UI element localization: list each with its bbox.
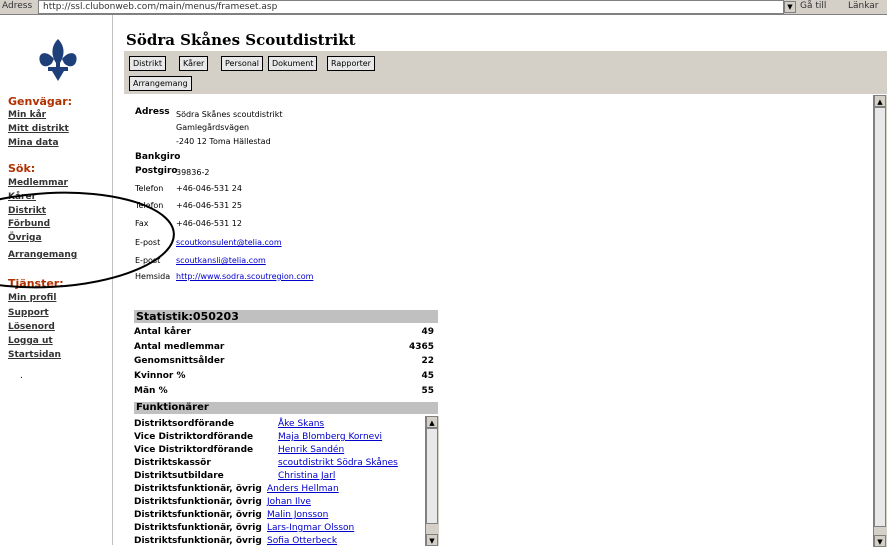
scout-fleur-de-lis-icon[interactable] [36,37,80,83]
nav-link-support[interactable]: Support [8,308,49,318]
nav-link-startsidan[interactable]: Startsidan [8,350,61,360]
arrow-down-icon[interactable]: ▼ [426,534,438,546]
official-row: Vice Distriktordförande Maja Blomberg Kor… [134,432,383,442]
address-label: Adress [135,107,170,117]
bankgiro-label: Bankgiro [135,152,181,162]
tab-panel: Distrikt Kårer Personal Dokument Rapport… [124,51,887,94]
stat-row: Kvinnor % 45 [134,371,434,381]
phone-label-1: Telefon [135,184,164,193]
site-title: Södra Skånes Scoutdistrikt [126,31,356,49]
tab-distrikt[interactable]: Distrikt [129,56,166,71]
nav-link-logga-ut[interactable]: Logga ut [8,336,53,346]
scrollbar-thumb[interactable] [874,107,886,527]
postgiro-label: Postgiro [135,166,178,176]
phone-value-2: +46-046-531 25 [176,201,242,210]
address-line-3: -240 12 Toma Hällestad [176,137,271,146]
nav-link-losenord[interactable]: Lösenord [8,322,55,332]
nav-link-medlemmar[interactable]: Medlemmar [8,178,68,188]
nav-link-mina-data[interactable]: Mina data [8,138,59,148]
official-row: Distriktsfunktionär, övrig Johan Ilve [134,497,311,507]
go-button[interactable]: Gå till [800,0,826,12]
tab-arrangemang[interactable]: Arrangemang [129,76,192,91]
url-input[interactable]: http://ssl.clubonweb.com/main/menus/fram… [38,0,784,14]
arrow-down-icon[interactable]: ▼ [874,535,886,547]
arrow-up-icon[interactable]: ▲ [426,416,438,428]
email-label-1: E-post [135,238,161,247]
url-dropdown-icon[interactable]: ▼ [784,1,796,13]
official-row: Distriktskassör scoutdistrikt Södra Skåne… [134,458,398,468]
tab-personal[interactable]: Personal [221,56,264,71]
phone-value-1: +46-046-531 24 [176,184,242,193]
email-link-konsulent[interactable]: scoutkonsulent@telia.com [176,237,282,248]
official-row: Distriktsordförande Åke Skans [134,419,325,429]
search-heading: Sök: [8,162,36,175]
postgiro-value: 39836-2 [176,168,210,177]
official-row: Distriktsfunktionär, övrig Sofia Otterbec… [134,536,338,546]
tab-karer[interactable]: Kårer [179,56,209,71]
address-line-2: Gamlegårdsvägen [176,123,250,132]
tab-dokument[interactable]: Dokument [268,56,318,71]
homepage-label: Hemsida [135,272,171,281]
shortcuts-heading: Genvägar: [8,95,73,108]
statistics-heading: Statistik:050203 [134,310,438,323]
nav-link-min-kar[interactable]: Min kår [8,110,46,120]
nav-link-mitt-distrikt[interactable]: Mitt distrikt [8,124,69,134]
email-link-kansli[interactable]: scoutkansli@telia.com [176,255,266,266]
officials-scrollbar[interactable]: ▲ ▼ [425,416,439,546]
stat-row: Antal kårer 49 [134,327,434,337]
address-label: Adress [2,1,33,11]
homepage-link[interactable]: http://www.sodra.scoutregion.com [176,271,313,282]
phone-label-2: Telefon [135,201,164,210]
officials-heading: Funktionärer [134,402,438,414]
links-button[interactable]: Länkar [848,0,879,12]
tab-rapporter[interactable]: Rapporter [327,56,375,71]
official-row: Vice Distriktordförande Henrik Sandén [134,445,345,455]
address-bar: Adress http://ssl.clubonweb.com/main/men… [0,0,887,15]
official-row: Distriktsfunktionär, övrig Lars-Ingmar Ol… [134,523,355,533]
official-row: Distriktsutbildare Christina Jarl [134,471,336,481]
address-line-1: Södra Skånes scoutdistrikt [176,110,283,119]
official-row: Distriktsfunktionär, övrig Malin Jonsson [134,510,329,520]
official-row: Distriktsfunktionär, övrig Anders Hellman [134,484,339,494]
stat-row: Antal medlemmar 4365 [134,342,434,352]
scrollbar-thumb[interactable] [426,428,438,524]
stat-row: Män % 55 [134,386,434,396]
arrow-up-icon[interactable]: ▲ [874,95,886,107]
email-label-2: E-post [135,256,161,265]
fax-label: Fax [135,219,149,228]
nav-bullet: . [20,371,23,381]
stat-row: Genomsnittsålder 22 [134,356,434,366]
fax-value: +46-046-531 12 [176,219,242,228]
page-scrollbar[interactable]: ▲ ▼ [873,95,887,547]
